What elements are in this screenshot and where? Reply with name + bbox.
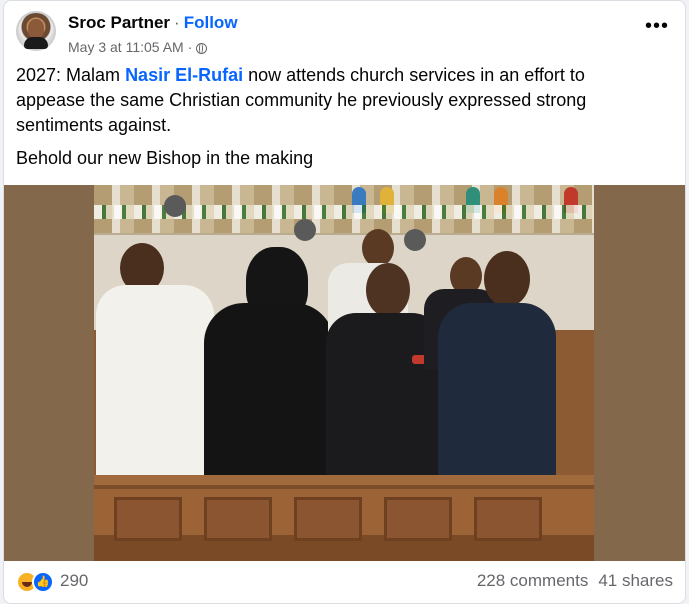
post-body: 2027: Malam Nasir El-Rufai now attends c… <box>16 63 656 171</box>
post-meta: May 3 at 11:05 AM · <box>68 38 208 56</box>
author-avatar[interactable] <box>16 11 56 51</box>
post-header: Sroc Partner · Follow May 3 at 11:05 AM · •… <box>16 11 673 59</box>
post-card: Sroc Partner · Follow May 3 at 11:05 AM · •… <box>3 0 686 604</box>
ceiling-fan <box>404 229 426 251</box>
more-options-icon[interactable]: ••• <box>641 16 673 41</box>
engagement-counts: 228 comments 41 shares <box>477 571 673 591</box>
pew-panel <box>294 497 362 541</box>
globe-icon[interactable] <box>196 43 208 54</box>
follow-button[interactable]: Follow <box>184 13 238 32</box>
mention-link[interactable]: Nasir El-Rufai <box>125 65 243 85</box>
post-footer: 👍 290 228 comments 41 shares <box>4 561 685 603</box>
author-name[interactable]: Sroc Partner <box>68 13 170 32</box>
post-timestamp[interactable]: May 3 at 11:05 AM <box>68 39 184 55</box>
post-paragraph-2: Behold our new Bishop in the making <box>16 148 314 168</box>
shares-count[interactable]: 41 shares <box>598 571 673 590</box>
pew-panel <box>114 497 182 541</box>
comments-count[interactable]: 228 comments <box>477 571 589 590</box>
pew-panel <box>474 497 542 541</box>
like-icon: 👍 <box>32 571 54 593</box>
author-line: Sroc Partner · Follow <box>68 13 238 33</box>
ceiling-fan <box>294 219 316 241</box>
post-paragraph-1: 2027: Malam Nasir El-Rufai now attends c… <box>16 63 656 138</box>
photo-frame[interactable] <box>4 185 685 561</box>
meta-separator-dot: · <box>187 39 193 55</box>
post-text-start: 2027: Malam <box>16 65 126 85</box>
separator-dot: · <box>174 13 180 32</box>
post-photo[interactable] <box>94 185 594 561</box>
pew-panel <box>204 497 272 541</box>
pew-panel <box>384 497 452 541</box>
avatar-face <box>28 19 44 39</box>
avatar-shirt <box>24 37 48 49</box>
reaction-count[interactable]: 290 <box>60 571 88 591</box>
ceiling-fan <box>164 195 186 217</box>
